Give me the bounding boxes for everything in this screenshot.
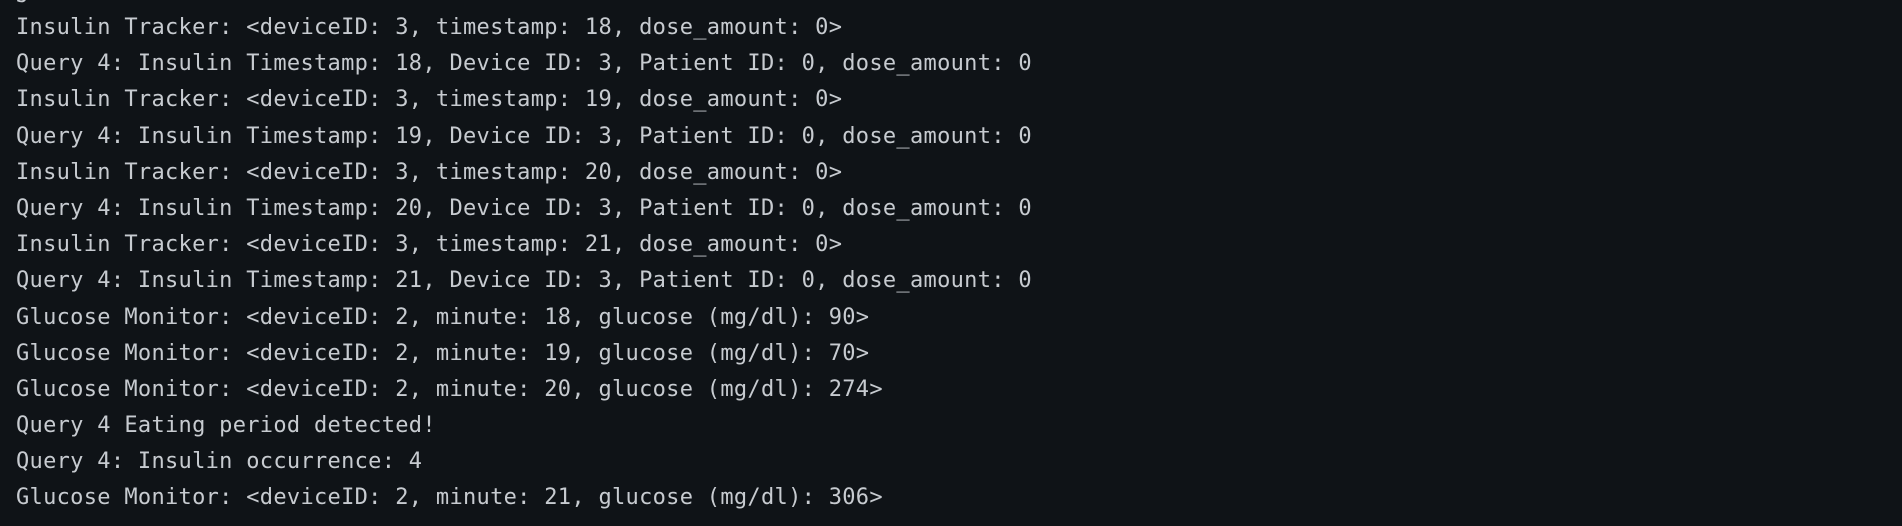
log-line: Glucose Monitor: <deviceID: 2, minute: 1… [16, 340, 870, 366]
log-line: Query 4: Insulin Timestamp: 18, Device I… [16, 51, 1032, 77]
clipped-previous-line: J [16, 0, 29, 7]
log-line: Glucose Monitor: <deviceID: 2, minute: 2… [16, 485, 883, 511]
log-line: Query 4: Insulin Timestamp: 20, Device I… [16, 195, 1032, 221]
log-line: Insulin Tracker: <deviceID: 3, timestamp… [16, 159, 843, 185]
log-line: Glucose Monitor: <deviceID: 2, minute: 2… [16, 376, 883, 402]
terminal-output-pane[interactable]: J Insulin Tracker: <deviceID: 3, timesta… [0, 0, 1902, 526]
log-line: Glucose Monitor: <deviceID: 2, minute: 1… [16, 304, 870, 330]
log-line: Insulin Tracker: <deviceID: 3, timestamp… [16, 232, 843, 258]
terminal-log-lines: Insulin Tracker: <deviceID: 3, timestamp… [16, 10, 1032, 517]
log-line: Query 4 Eating period detected! [16, 413, 436, 439]
log-line: Query 4: Insulin Timestamp: 19, Device I… [16, 123, 1032, 149]
log-line: Query 4: Insulin occurrence: 4 [16, 449, 423, 475]
log-line: Insulin Tracker: <deviceID: 3, timestamp… [16, 15, 843, 40]
log-line: Query 4: Insulin Timestamp: 21, Device I… [16, 268, 1032, 294]
log-line: Insulin Tracker: <deviceID: 3, timestamp… [16, 87, 843, 113]
